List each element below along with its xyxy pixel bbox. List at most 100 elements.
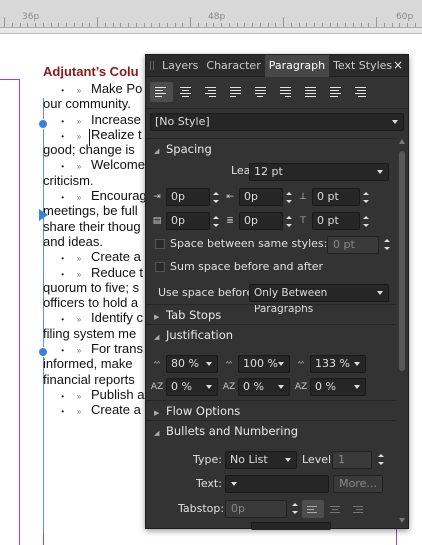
- justify-all-icon[interactable]: [300, 82, 323, 102]
- ruler-tick: [97, 17, 98, 27]
- ruler-tick: [190, 17, 191, 27]
- left-indent-stepper[interactable]: [212, 189, 219, 206]
- ruler-tick: [337, 23, 338, 27]
- use-space-select[interactable]: Only Between Paragraphs: [249, 284, 389, 315]
- same-styles-stepper[interactable]: [383, 236, 390, 253]
- panel-scrollbar[interactable]: [399, 139, 405, 523]
- ruler-tick: [399, 23, 400, 27]
- level-label: Level:: [302, 453, 335, 466]
- tabstop-stepper[interactable]: [291, 500, 298, 517]
- same-styles-field[interactable]: 0 pt: [327, 236, 379, 254]
- ruler-tick: [361, 23, 362, 27]
- chevron-down-icon: [354, 385, 360, 389]
- section-flow-options[interactable]: ▶ Flow Options: [146, 400, 396, 421]
- list-item-text: Publish a: [91, 386, 145, 402]
- close-icon[interactable]: ×: [393, 58, 403, 72]
- sum-space-checkbox[interactable]: [155, 261, 165, 272]
- list-type-select[interactable]: No List: [225, 451, 297, 469]
- leading-select[interactable]: 12 pt: [249, 163, 389, 181]
- chevron-down-icon: [354, 362, 360, 366]
- list-item-text: our community.: [43, 96, 131, 112]
- min-letter-spacing-select[interactable]: 0 %: [166, 378, 218, 396]
- section-justification[interactable]: ◢ Justification: [146, 324, 396, 345]
- same-styles-checkbox[interactable]: [155, 238, 165, 249]
- tab-align-right-icon[interactable]: [348, 500, 370, 518]
- panel-grip-icon[interactable]: ||: [146, 61, 158, 71]
- list-item-text: quorum to five; s: [43, 279, 140, 295]
- align-center-icon[interactable]: [175, 82, 198, 102]
- desired-letter-spacing-select[interactable]: 0 %: [238, 378, 290, 396]
- partial-hidden-field[interactable]: [251, 522, 331, 530]
- justify-left-icon[interactable]: [225, 82, 248, 102]
- tab-character[interactable]: Character: [202, 55, 264, 77]
- align-left-icon[interactable]: [150, 82, 173, 102]
- right-indent-stepper[interactable]: [285, 213, 292, 230]
- tab-text-styles[interactable]: Text Styles: [329, 55, 396, 77]
- tab-align-left-icon[interactable]: [302, 500, 324, 518]
- chevron-down-icon: [206, 362, 212, 366]
- left-indent-all-stepper[interactable]: [212, 213, 219, 230]
- ruler-tick: [175, 23, 176, 27]
- paragraph-style-select[interactable]: [No Style]: [150, 113, 404, 131]
- list-item-text: Increase: [91, 111, 141, 127]
- frame-handle-top[interactable]: [38, 119, 48, 129]
- section-spacing-label: Spacing: [166, 142, 212, 156]
- ruler-tick: [20, 23, 21, 27]
- tab-paragraph[interactable]: Paragraph: [264, 54, 330, 77]
- left-indent-all-field[interactable]: 0p: [166, 212, 210, 230]
- space-after-stepper[interactable]: [362, 213, 369, 230]
- list-type-row: Type:: [193, 453, 222, 466]
- max-letter-spacing-select[interactable]: 0 %: [310, 378, 366, 396]
- right-indent-field[interactable]: 0p: [239, 212, 283, 230]
- tab-align-center-icon[interactable]: [325, 500, 347, 518]
- indent-marker[interactable]: [39, 209, 48, 221]
- space-before-stepper[interactable]: [362, 189, 369, 206]
- ruler-tick: [105, 23, 106, 27]
- scroll-down-icon[interactable]: [399, 518, 405, 523]
- more-button[interactable]: More...: [333, 475, 383, 493]
- justify-right-icon[interactable]: [275, 82, 298, 102]
- level-field[interactable]: 1: [332, 451, 372, 469]
- ruler-tick: [237, 23, 238, 27]
- section-spacing[interactable]: ◢ Spacing: [146, 138, 396, 159]
- min-word-spacing-icon: ᴬᴬ: [153, 360, 161, 368]
- tabstop-alignment-group: [302, 500, 370, 518]
- bullet-text-field[interactable]: [225, 475, 329, 493]
- align-right-icon[interactable]: [200, 82, 223, 102]
- justify-center-icon[interactable]: [250, 82, 273, 102]
- ruler-tick: [12, 23, 13, 27]
- max-letter-spacing-icon: AZ: [294, 382, 308, 392]
- min-word-spacing-select[interactable]: 80 %: [166, 355, 218, 373]
- align-away-spine-icon[interactable]: [350, 82, 373, 102]
- tab-layers[interactable]: Layers: [158, 55, 202, 77]
- leading-value: 12 pt: [254, 165, 283, 178]
- frame-handle-middle[interactable]: [38, 347, 48, 357]
- first-line-indent-field[interactable]: 0p: [239, 188, 283, 206]
- chevron-down-icon: [377, 170, 383, 174]
- scrollbar-thumb[interactable]: [399, 151, 405, 371]
- left-indent-field[interactable]: 0p: [166, 188, 210, 206]
- space-after-field[interactable]: 0 pt: [312, 212, 360, 230]
- space-after-value: 0 pt: [317, 214, 339, 227]
- align-towards-spine-icon[interactable]: [325, 82, 348, 102]
- first-line-indent-stepper[interactable]: [285, 189, 292, 206]
- list-type-value: No List: [230, 453, 268, 466]
- section-bullets-numbering[interactable]: ◢ Bullets and Numbering: [146, 420, 396, 441]
- ruler-tick: [198, 23, 199, 27]
- ruler-tick: [89, 23, 90, 27]
- desired-word-spacing-select[interactable]: 100 %: [238, 355, 290, 373]
- level-stepper[interactable]: [377, 451, 384, 468]
- ruler-tick: [4, 17, 5, 27]
- ruler-tick: [283, 17, 284, 27]
- section-tab-stops[interactable]: ▶ Tab Stops: [146, 304, 396, 325]
- max-word-spacing-select[interactable]: 133 %: [310, 355, 366, 373]
- bullet-icon: •: [61, 407, 64, 417]
- list-item-text: For trans: [91, 341, 144, 357]
- left-indent-all-icon: ▤: [152, 216, 162, 226]
- scroll-up-icon[interactable]: [399, 139, 405, 144]
- right-indent-icon: ≣: [226, 216, 234, 226]
- space-before-field[interactable]: 0 pt: [312, 188, 360, 206]
- chevron-down-icon: [278, 385, 284, 389]
- chevron-down-icon: [206, 385, 212, 389]
- tabstop-field[interactable]: 0p: [225, 500, 287, 518]
